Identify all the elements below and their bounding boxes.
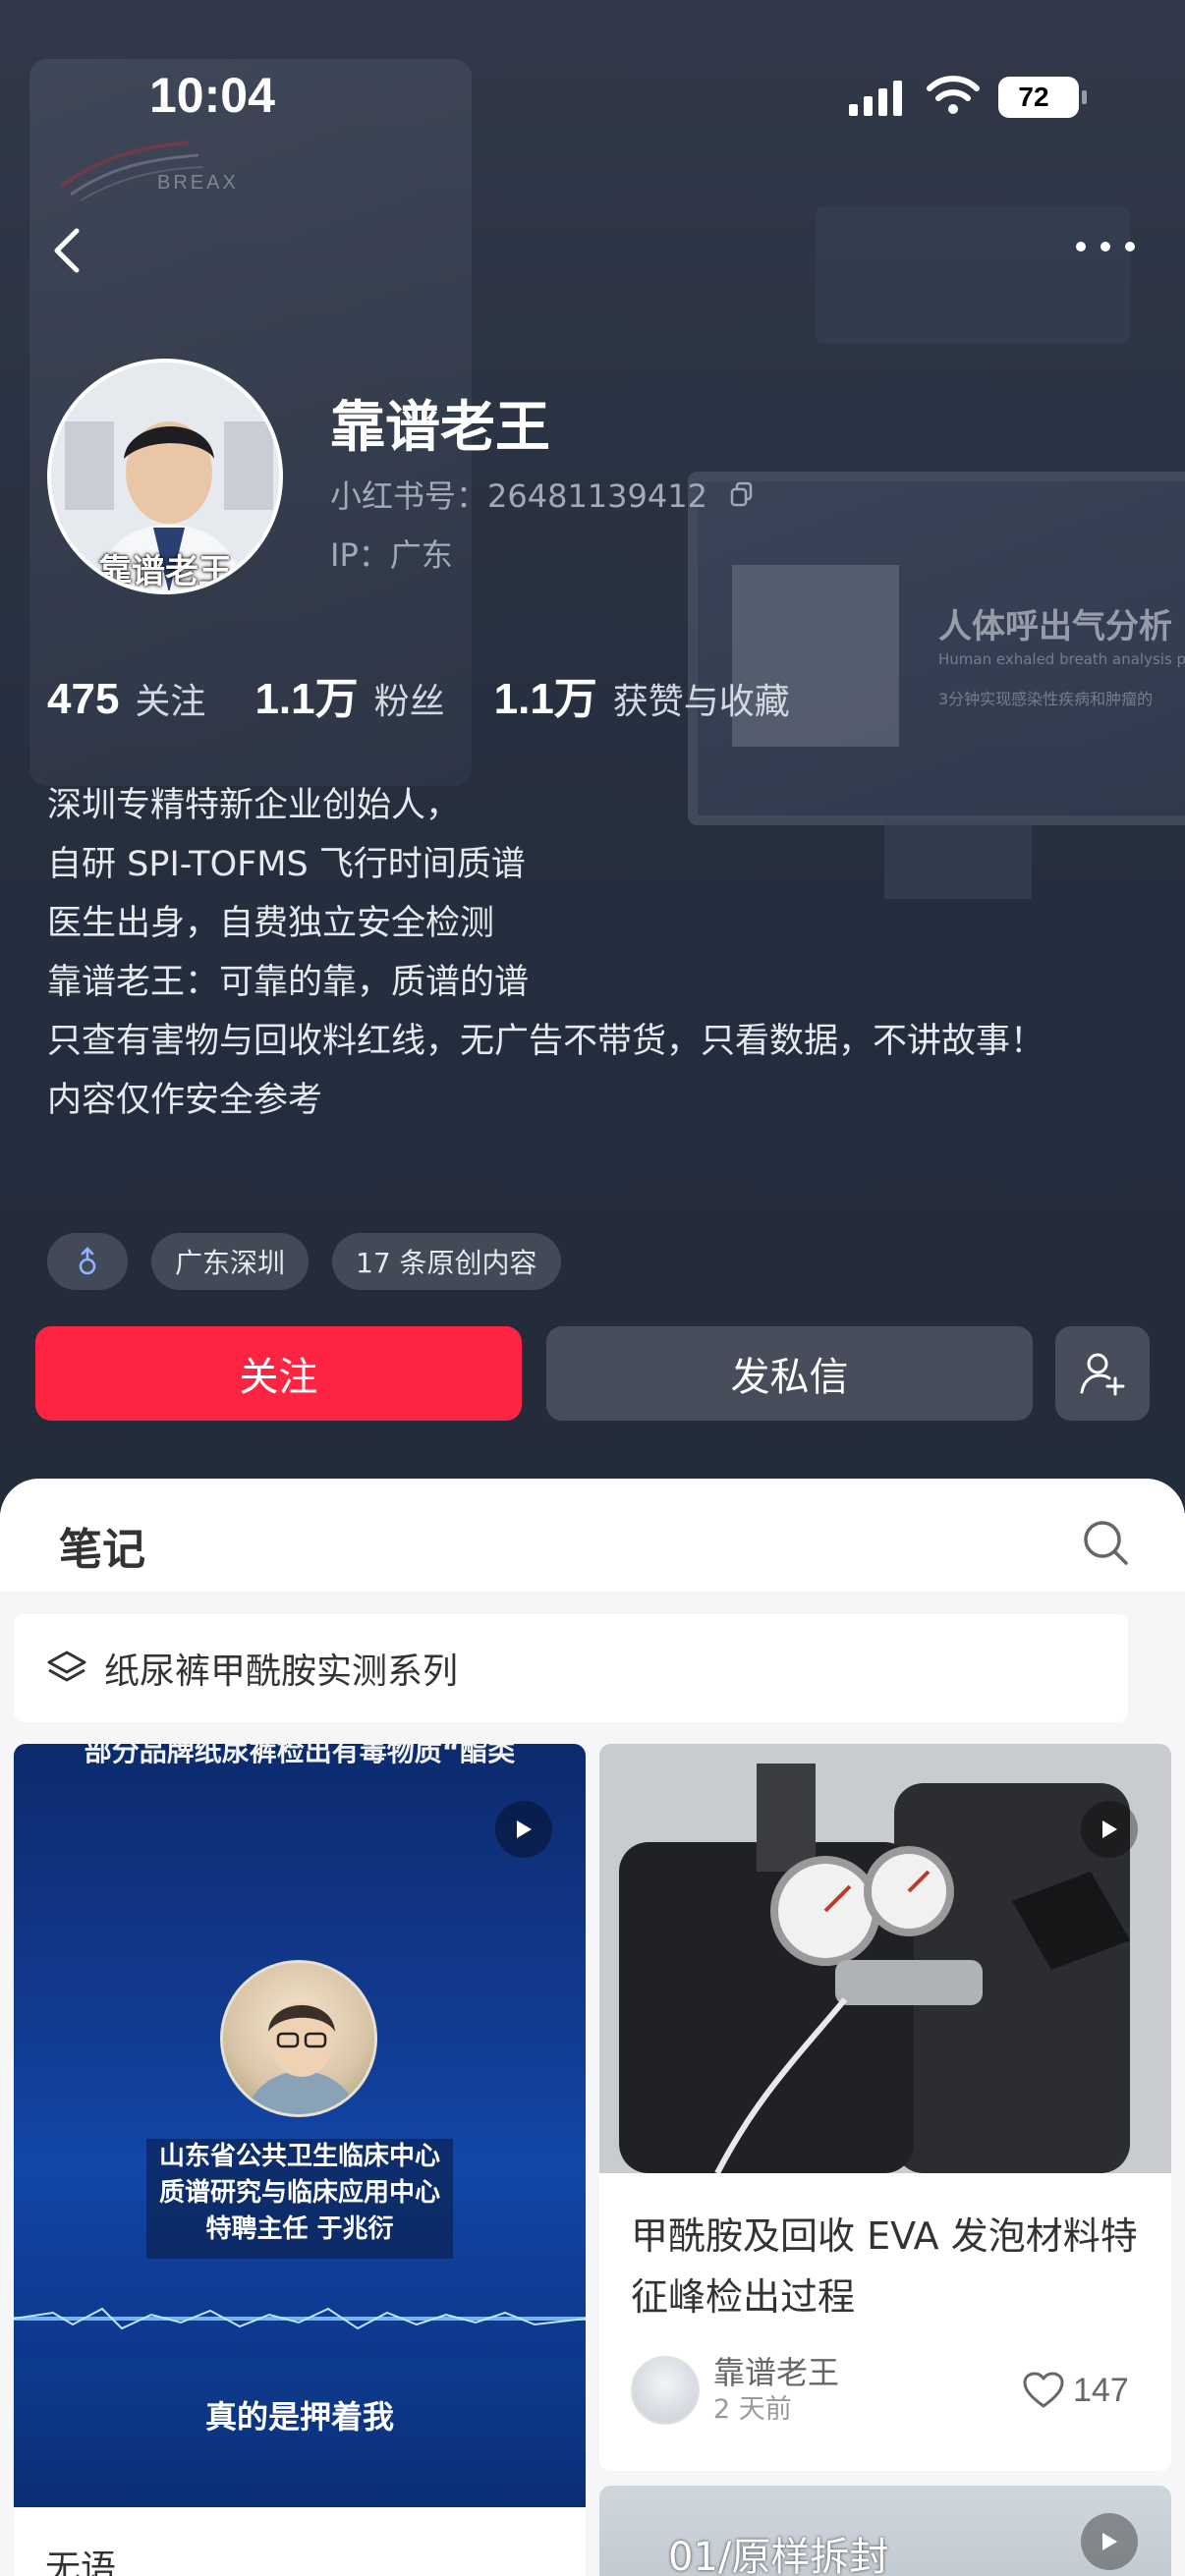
redbook-id-row: 小红书号：26481139412 bbox=[330, 472, 755, 517]
male-icon bbox=[79, 1247, 96, 1275]
redbook-id: 小红书号：26481139412 bbox=[330, 477, 707, 515]
avatar-name-overlay: 靠谱老王 bbox=[98, 552, 232, 591]
gas-cylinder-photo bbox=[599, 1744, 1171, 2173]
video-badge bbox=[495, 1801, 552, 1858]
copy-icon[interactable] bbox=[729, 481, 755, 507]
tag-original-count: 17 条原创内容 bbox=[332, 1233, 561, 1290]
caption-line: 质谱研究与临床应用中心 bbox=[158, 2178, 440, 2208]
stat-followers[interactable]: 1.1万 粉丝 bbox=[254, 663, 444, 726]
audio-waveform bbox=[14, 2307, 586, 2330]
note-card[interactable]: 01/原样拆封 bbox=[599, 2486, 1171, 2576]
author-avatar bbox=[631, 2356, 700, 2425]
profile-bio: 深圳专精特新企业创始人， 自研 SPI-TOFMS 飞行时间质谱 医生出身，自费… bbox=[47, 776, 1044, 1130]
collection-label: 纸尿裤甲酰胺实测系列 bbox=[104, 1652, 459, 1692]
collection-entry[interactable]: 纸尿裤甲酰胺实测系列 bbox=[14, 1614, 1128, 1722]
more-options-icon[interactable] bbox=[1071, 231, 1140, 262]
profile-actions: 关注 发私信 bbox=[35, 1326, 1150, 1421]
bio-line: 医生出身，自费独立安全检测 bbox=[47, 904, 495, 943]
thumbnail-overlay-text: 01/原样拆封 bbox=[668, 2535, 889, 2576]
search-icon[interactable] bbox=[1081, 1518, 1130, 1567]
back-arrow-icon[interactable] bbox=[39, 211, 98, 290]
status-time: 10:04 bbox=[149, 68, 275, 123]
follow-button[interactable]: 关注 bbox=[35, 1326, 522, 1421]
notes-tab-bar: 笔记 bbox=[0, 1479, 1185, 1592]
battery-level: 72 bbox=[1018, 82, 1049, 112]
profile-stats: 475 关注 1.1万 粉丝 1.1万 获赞与收藏 bbox=[47, 663, 839, 726]
note-card[interactable]: 部分品牌纸尿裤检出有毒物质“酯类 山东省公共卫生临床中心 质谱研究与临床应用中心… bbox=[14, 1744, 586, 2576]
thumbnail-caption: 山东省公共卫生临床中心 质谱研究与临床应用中心 特聘主任 于兆衍 bbox=[146, 2139, 453, 2259]
bio-line: 自研 SPI-TOFMS 飞行时间质谱 bbox=[47, 845, 526, 884]
heart-icon bbox=[1023, 2372, 1064, 2408]
ip-location: IP：广东 bbox=[330, 536, 453, 574]
tag-location: 广东深圳 bbox=[151, 1233, 310, 1290]
note-title: 甲酰胺及回收 EVA 发泡材料特征峰检出过程 bbox=[631, 2214, 1138, 2319]
stat-label: 获赞与收藏 bbox=[612, 682, 790, 722]
tag-gender bbox=[47, 1233, 128, 1290]
caption-line: 特聘主任 于兆衍 bbox=[205, 2214, 394, 2244]
stat-likes-collects[interactable]: 1.1万 获赞与收藏 bbox=[494, 663, 790, 726]
battery-tip bbox=[1082, 90, 1087, 104]
stat-label: 粉丝 bbox=[373, 682, 445, 722]
send-message-button[interactable]: 发私信 bbox=[546, 1326, 1033, 1421]
stat-value: 1.1万 bbox=[493, 675, 597, 723]
stat-value: 1.1万 bbox=[254, 675, 359, 723]
author-meta: 靠谱老王 2 天前 bbox=[713, 2353, 839, 2428]
note-card[interactable]: 甲酰胺及回收 EVA 发泡材料特征峰检出过程 靠谱老王 2 天前 147 bbox=[599, 1744, 1171, 2471]
note-title: 无语 bbox=[45, 2548, 117, 2576]
stat-following[interactable]: 475 关注 bbox=[47, 673, 205, 724]
person-portrait bbox=[244, 2002, 360, 2114]
bio-line: 只查有害物与回收料红线，无广告不带货，只看数据，不讲故事！ bbox=[47, 1022, 1045, 1061]
stat-value: 475 bbox=[47, 675, 120, 723]
notes-sheet: 笔记 纸尿裤甲酰胺实测系列 部分品牌纸尿裤检出有毒物质“酯类 山东省公共卫生临床… bbox=[0, 1479, 1185, 2576]
bio-line: 靠谱老王：可靠的靠，质谱的谱 bbox=[47, 963, 530, 1002]
bio-line: 深圳专精特新企业创始人， bbox=[47, 786, 461, 825]
play-icon bbox=[517, 1820, 532, 1838]
profile-nickname: 靠谱老王 bbox=[330, 396, 550, 460]
tab-notes[interactable]: 笔记 bbox=[59, 1514, 145, 1577]
add-friend-button[interactable] bbox=[1055, 1326, 1150, 1421]
note-thumbnail bbox=[599, 1744, 1171, 2173]
cellular-signal-icon bbox=[849, 81, 902, 116]
note-thumbnail: 01/原样拆封 bbox=[599, 2486, 1171, 2576]
play-icon bbox=[1102, 1820, 1117, 1838]
post-time: 2 天前 bbox=[713, 2394, 792, 2425]
note-author[interactable]: 靠谱老王 2 天前 bbox=[631, 2353, 839, 2428]
thumbnail-subtitle: 真的是押着我 bbox=[204, 2398, 394, 2436]
stat-label: 关注 bbox=[135, 682, 206, 722]
play-icon bbox=[1102, 2533, 1117, 2550]
video-badge bbox=[1081, 2513, 1138, 2570]
wifi-icon bbox=[927, 76, 980, 114]
profile-tags: 广东深圳 17 条原创内容 bbox=[47, 1233, 585, 1290]
caption-line: 山东省公共卫生临床中心 bbox=[158, 2142, 440, 2171]
profile-avatar[interactable]: 靠谱老王 bbox=[47, 359, 283, 594]
author-name: 靠谱老王 bbox=[713, 2354, 840, 2391]
add-user-icon bbox=[1080, 1353, 1125, 1396]
layers-icon bbox=[47, 1651, 86, 1682]
like-count: 147 bbox=[1073, 2371, 1129, 2409]
thumbnail-top-text: 部分品牌纸尿裤检出有毒物质“酯类 bbox=[84, 1744, 516, 1767]
video-badge bbox=[1081, 1801, 1138, 1858]
like-button[interactable]: 147 bbox=[1022, 2371, 1129, 2410]
battery-indicator: 72 bbox=[998, 77, 1087, 118]
bio-line: 内容仅作安全参考 bbox=[47, 1081, 323, 1120]
note-thumbnail: 部分品牌纸尿裤检出有毒物质“酯类 山东省公共卫生临床中心 质谱研究与临床应用中心… bbox=[14, 1744, 586, 2507]
thumbnail-person-avatar bbox=[220, 1960, 377, 2117]
